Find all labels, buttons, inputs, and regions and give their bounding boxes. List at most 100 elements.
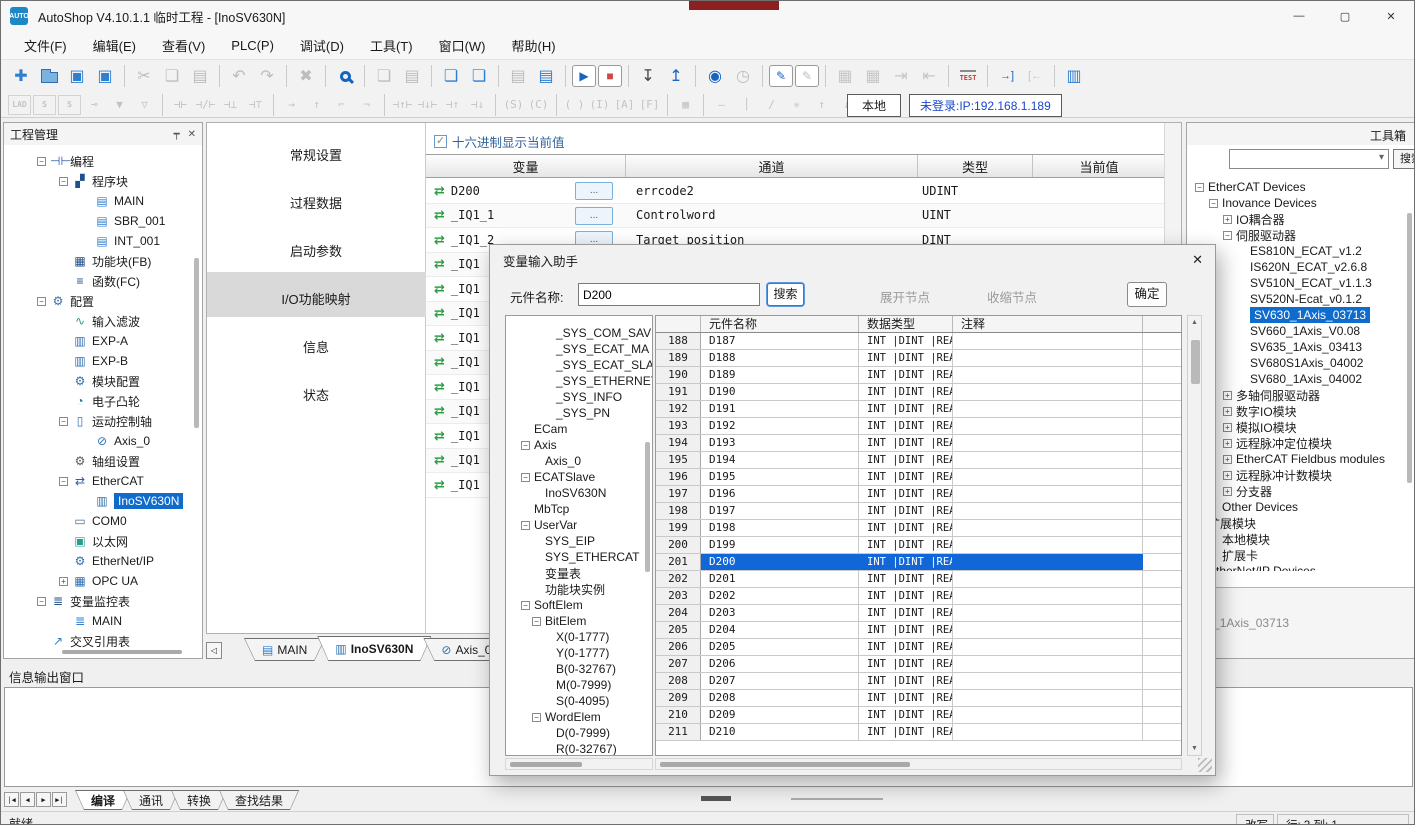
memory-view-button[interactable]: ▥ <box>1061 63 1087 89</box>
toolbox-tree-item[interactable]: SV680_1Axis_04002 <box>1189 371 1405 387</box>
expand-plus-icon[interactable]: + <box>1223 487 1232 496</box>
collapse-minus-icon[interactable]: − <box>37 157 46 166</box>
variable-tree-hscroll[interactable] <box>505 758 653 770</box>
toolbox-tree-item[interactable]: SV630_1Axis_03713 <box>1189 307 1405 323</box>
element-row[interactable]: 197D196INT |DINT |REAL <box>656 486 1181 503</box>
scroll-down-icon[interactable]: ▼ <box>1188 742 1201 755</box>
element-row[interactable]: 211D210INT |DINT |REAL <box>656 724 1181 741</box>
collapse-minus-icon[interactable]: − <box>59 417 68 426</box>
settings-nav-3[interactable]: 启动参数 <box>207 237 425 264</box>
toolbox-tree-item[interactable]: +分支器 <box>1189 483 1405 499</box>
variable-tree-item[interactable]: ECam <box>506 421 652 437</box>
stop-button[interactable]: ■ <box>598 65 622 87</box>
menu-item[interactable]: 调试(D) <box>287 31 357 60</box>
variable-tree-item[interactable]: −Axis <box>506 437 652 453</box>
save-all-button[interactable]: ▣ <box>92 63 118 89</box>
expand-plus-icon[interactable]: + <box>1223 455 1232 464</box>
minimize-button[interactable]: — <box>1276 1 1322 31</box>
settings-nav-4[interactable]: I/O功能映射 <box>207 285 425 312</box>
save-button[interactable]: ▣ <box>64 63 90 89</box>
settings-nav-1[interactable]: 常规设置 <box>207 141 425 168</box>
variable-tree-item[interactable]: SYS_EIP <box>506 533 652 549</box>
variable-tree-vscroll[interactable] <box>645 442 650 572</box>
variable-tree-item[interactable]: D(0-7999) <box>506 725 652 741</box>
toolbox-tree-item[interactable]: +模拟IO模块 <box>1189 419 1405 435</box>
tab-查找结果[interactable]: 查找结果 <box>219 790 299 810</box>
toolbox-tree-item[interactable]: +远程脉冲定位模块 <box>1189 435 1405 451</box>
project-tree-item[interactable]: ▥EXP-B <box>6 351 190 371</box>
toolbox-tree-item[interactable]: +EtherCAT Fieldbus modules <box>1189 451 1405 467</box>
element-row[interactable]: 194D193INT |DINT |REAL <box>656 435 1181 452</box>
toolbox-tree-item[interactable]: ES810N_ECAT_v1.2 <box>1189 243 1405 259</box>
expand-plus-icon[interactable]: + <box>59 577 68 586</box>
element-table-vscroll[interactable]: ▲ ▼ <box>1187 315 1202 756</box>
variable-tree-item[interactable]: 变量表 <box>506 565 652 581</box>
mapping-row[interactable]: ⇄D200...errcode2UDINT <box>426 179 1164 204</box>
project-tree-item[interactable]: ▦功能块(FB) <box>6 251 190 271</box>
toolbox-tree-item[interactable]: 本地模块 <box>1189 531 1405 547</box>
variable-tree-item[interactable]: −ECATSlave <box>506 469 652 485</box>
project-tree-item[interactable]: ⚙EtherNet/IP <box>6 551 190 571</box>
toolbox-tree-item[interactable]: +远程脉冲计数模块 <box>1189 467 1405 483</box>
toolbox-tree-item[interactable]: −Inovance Devices <box>1189 195 1405 211</box>
tab-prev-button[interactable]: ◀ <box>20 792 35 807</box>
toolbox-tree-item[interactable]: +数字IO模块 <box>1189 403 1405 419</box>
variable-tree-item[interactable]: _SYS_ETHERNET <box>506 373 652 389</box>
variable-tree-item[interactable]: −BitElem <box>506 613 652 629</box>
element-row[interactable]: 208D207INT |DINT |REAL <box>656 673 1181 690</box>
scroll-up-icon[interactable]: ▲ <box>1188 316 1201 329</box>
expand-plus-icon[interactable]: + <box>1223 471 1232 480</box>
collapse-minus-icon[interactable]: − <box>521 441 530 450</box>
collapse-minus-icon[interactable]: − <box>532 713 541 722</box>
variable-tree-item[interactable]: S(0-4095) <box>506 693 652 709</box>
splitter-handle[interactable] <box>701 796 731 801</box>
project-tree-hscroll[interactable] <box>62 650 182 654</box>
panel-close-icon[interactable]: ✕ <box>188 129 196 140</box>
cascade-windows-button[interactable]: ❏ <box>438 63 464 89</box>
toolbox-tree-item[interactable]: −EtherCAT Devices <box>1189 179 1405 195</box>
project-tree-item[interactable]: ▥EXP-A <box>6 331 190 351</box>
menu-item[interactable]: 文件(F) <box>11 31 80 60</box>
variable-tree-item[interactable]: _SYS_COM_SAV <box>506 325 652 341</box>
close-button[interactable]: ✕ <box>1368 1 1414 31</box>
toolbox-tree-item[interactable]: +多轴伺服驱动器 <box>1189 387 1405 403</box>
project-tree-item[interactable]: −⚙配置 <box>6 291 190 311</box>
tab-next-button[interactable]: ▶ <box>36 792 51 807</box>
toolbox-vscroll[interactable] <box>1407 213 1412 483</box>
login-button[interactable]: →] <box>994 63 1020 89</box>
variable-tree-item[interactable]: _SYS_INFO <box>506 389 652 405</box>
project-tree-item[interactable]: ▤INT_001 <box>6 231 190 251</box>
settings-nav-2[interactable]: 过程数据 <box>207 189 425 216</box>
dialog-close-icon[interactable]: ✕ <box>1192 252 1203 268</box>
variable-tree-item[interactable]: −UserVar <box>506 517 652 533</box>
login-status-button[interactable]: 未登录:IP:192.168.1.189 <box>909 94 1062 117</box>
element-row[interactable]: 199D198INT |DINT |REAL <box>656 520 1181 537</box>
ok-button[interactable]: 确定 <box>1127 282 1167 307</box>
collapse-minus-icon[interactable]: − <box>37 297 46 306</box>
expand-plus-icon[interactable]: + <box>1223 391 1232 400</box>
project-tree-item[interactable]: ▤MAIN <box>6 191 190 211</box>
upload-from-plc-button[interactable]: ↥ <box>663 63 689 89</box>
menu-item[interactable]: 查看(V) <box>149 31 218 60</box>
tab-scroll-left-button[interactable]: ◁ <box>206 642 222 659</box>
element-name-input[interactable] <box>578 283 760 306</box>
tab-last-button[interactable]: ▶| <box>52 792 67 807</box>
element-row[interactable]: 209D208INT |DINT |REAL <box>656 690 1181 707</box>
toolbox-tree-item[interactable]: EtherNet/IP Devices <box>1189 563 1405 571</box>
new-file-button[interactable]: ✚ <box>8 63 34 89</box>
search-button[interactable] <box>332 63 358 89</box>
variable-tree-item[interactable]: 功能块实例 <box>506 581 652 597</box>
project-tree-item[interactable]: ◔电子凸轮 <box>6 391 190 411</box>
hex-display-checkbox[interactable]: ✓ <box>434 135 447 148</box>
test-button[interactable]: TEST <box>955 63 981 89</box>
dialog-resize-grip[interactable] <box>1198 758 1212 772</box>
project-tree-item[interactable]: ⚙模块配置 <box>6 371 190 391</box>
expand-nodes-button[interactable]: 展开节点 <box>880 287 930 306</box>
tab-MAIN[interactable]: ▤MAIN <box>244 638 325 661</box>
tab-InoSV630N[interactable]: ▥InoSV630N <box>317 636 431 661</box>
project-tree-item[interactable]: ≡函数(FC) <box>6 271 190 291</box>
write-enable-button[interactable]: ✎ <box>769 65 793 87</box>
expand-plus-icon[interactable]: + <box>1223 407 1232 416</box>
element-table-vscroll-thumb[interactable] <box>1191 340 1200 384</box>
toolbox-tree-item[interactable]: SV680S1Axis_04002 <box>1189 355 1405 371</box>
